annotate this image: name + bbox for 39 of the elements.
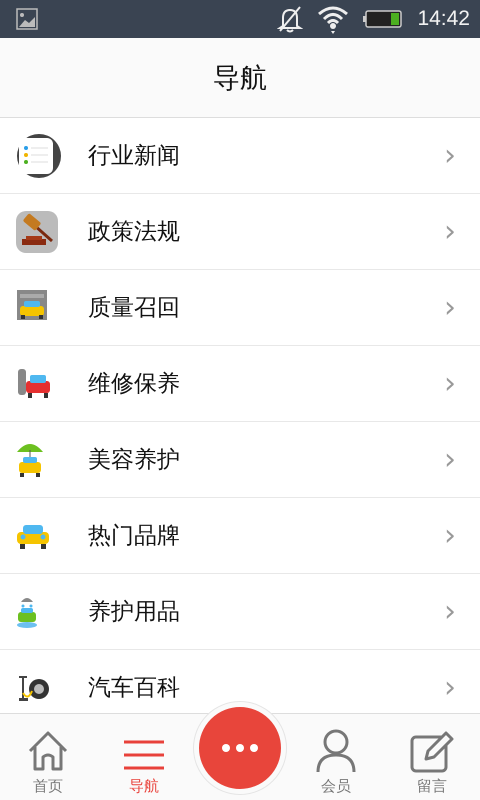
tab[interactable]: 导航 [96,714,192,800]
nav-item-label: 美容养护 [88,446,181,475]
nav-list-item[interactable]: 美容养护 › [0,422,480,498]
nav-item-label: 政策法规 [88,218,181,247]
nav-item-label: 热门品牌 [88,522,181,551]
chevron-icon: › [444,444,456,474]
battery-icon [363,9,404,29]
chevron-icon: › [444,520,456,550]
image-icon [16,8,38,30]
gavel-icon [16,210,58,252]
chevron-icon: › [444,292,456,322]
nav-list-item[interactable]: 维修保养 › [0,346,480,422]
wrench-car-icon [16,366,52,400]
page-title: 导航 [213,62,267,96]
nav-item-label: 行业新闻 [88,142,181,171]
nav-item-label: 质量召回 [88,294,181,323]
more-icon [220,743,260,753]
nav-list-item[interactable]: 政策法规 › [0,194,480,270]
edit-icon [410,729,454,773]
tab[interactable]: 首页 [0,714,96,800]
tab[interactable]: 留言 [384,714,480,800]
home-icon [26,729,70,773]
notes-icon [16,132,62,178]
chevron-icon: › [444,672,456,702]
user-icon [316,729,356,773]
chevron-icon: › [444,216,456,246]
nav-item-label: 养护用品 [88,598,181,627]
nav-list-item[interactable]: 行业新闻 › [0,118,480,194]
chevron-icon: › [444,140,456,170]
nav-list-item[interactable]: 质量召回 › [0,270,480,346]
wifi-icon [317,4,350,34]
status-time: 14:42 [417,7,470,31]
nav-list-item[interactable]: 热门品牌 › [0,498,480,574]
tab[interactable]: 会员 [288,714,384,800]
nav-item-label: 汽车百科 [88,674,181,703]
chevron-icon: › [444,368,456,398]
nav-item-label: 维修保养 [88,370,181,399]
chevron-icon: › [444,596,456,626]
nav-list-item[interactable]: 养护用品 › [0,574,480,650]
